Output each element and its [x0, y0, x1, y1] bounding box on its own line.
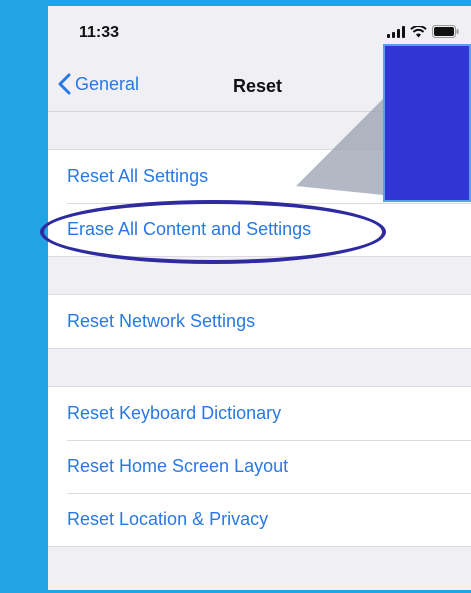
highlight-ellipse [40, 200, 386, 264]
callout-box [383, 44, 471, 202]
